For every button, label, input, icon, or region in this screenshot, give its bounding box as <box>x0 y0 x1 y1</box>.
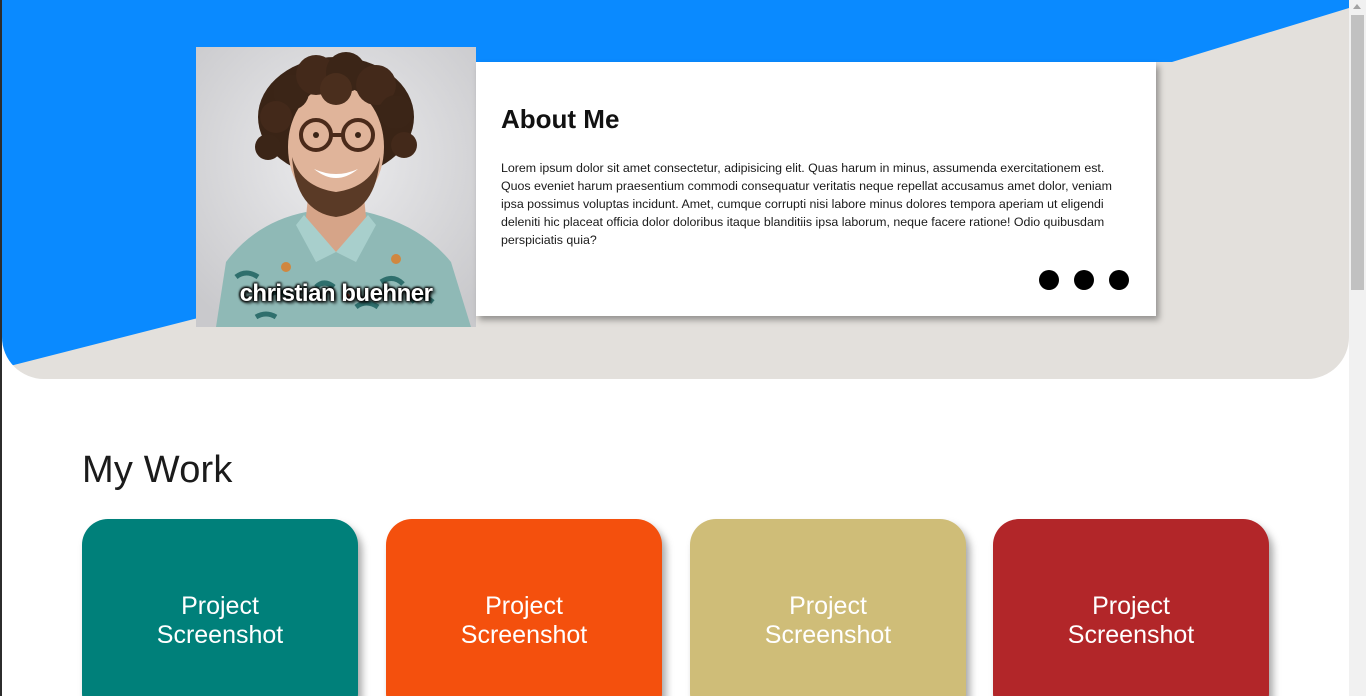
about-text: Lorem ipsum dolor sit amet consectetur, … <box>501 161 1112 247</box>
project-card-1[interactable]: Project Screenshot <box>82 519 358 696</box>
project-card-2[interactable]: Project Screenshot <box>386 519 662 696</box>
work-title: My Work <box>82 449 233 491</box>
social-link-1[interactable] <box>1039 270 1059 290</box>
social-link-3[interactable] <box>1109 270 1129 290</box>
scroll-up-icon[interactable] <box>1353 4 1361 9</box>
project-card-4[interactable]: Project Screenshot <box>993 519 1269 696</box>
project-label: Project Screenshot <box>1067 592 1195 649</box>
about-card: About Me Lorem ipsum dolor sit amet cons… <box>476 62 1156 316</box>
profile-name: christian buehner <box>239 280 433 307</box>
project-label: Project Screenshot <box>156 592 284 649</box>
about-title: About Me <box>501 104 620 134</box>
scroll-thumb[interactable] <box>1351 15 1364 290</box>
profile-name-overlay: christian buehner <box>196 47 476 327</box>
page: christian buehner About Me Lorem ipsum d… <box>0 0 1366 696</box>
project-label: Project Screenshot <box>764 592 892 649</box>
social-link-2[interactable] <box>1074 270 1094 290</box>
project-label: Project Screenshot <box>460 592 588 649</box>
vertical-scrollbar[interactable] <box>1349 0 1366 696</box>
window-edge <box>0 0 2 696</box>
project-card-3[interactable]: Project Screenshot <box>690 519 966 696</box>
social-links <box>1039 270 1129 290</box>
